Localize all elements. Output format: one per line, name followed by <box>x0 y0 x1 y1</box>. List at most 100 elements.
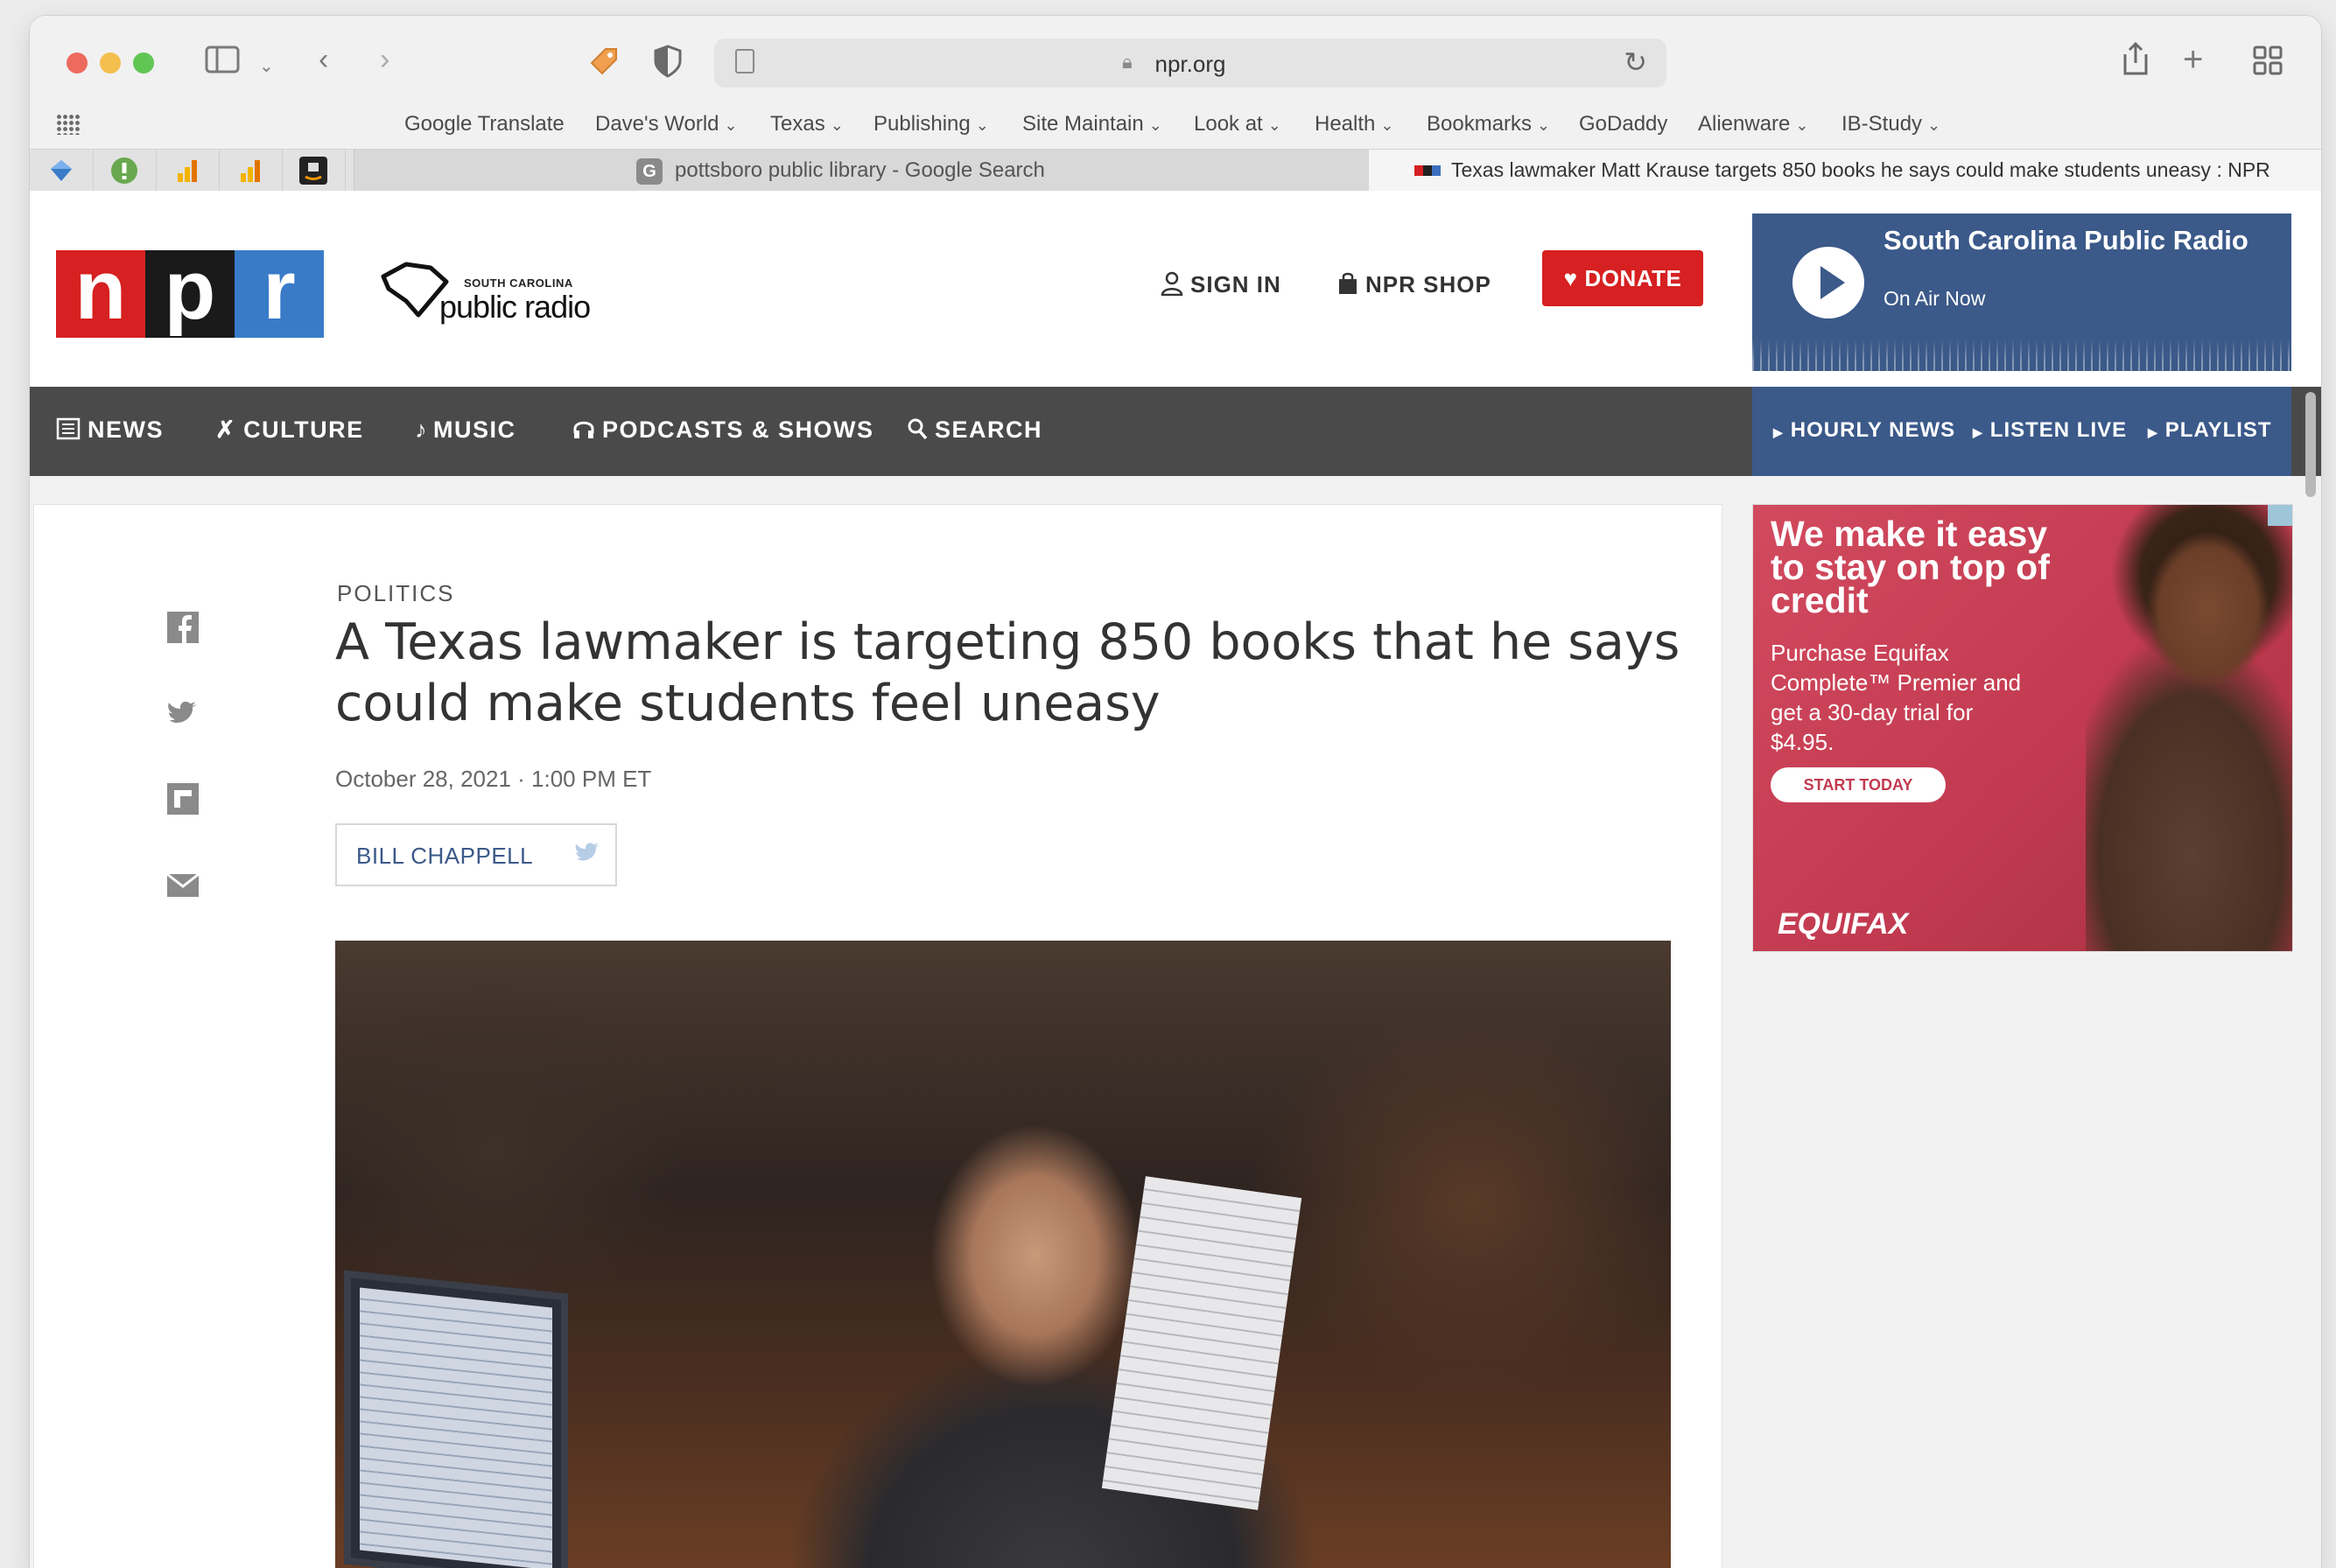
extension-tag-icon[interactable] <box>586 44 621 87</box>
facebook-share-icon[interactable] <box>165 610 200 645</box>
article: POLITICS A Texas lawmaker is targeting 8… <box>33 504 1722 1568</box>
author-byline[interactable]: BILL CHAPPELL <box>335 823 617 886</box>
bookmark-item[interactable]: Look at ⌄ <box>1194 112 1281 136</box>
music-note-icon: ♪ <box>415 416 428 443</box>
listen-live-link[interactable]: ▶ LISTEN LIVE <box>1973 418 2127 443</box>
nav-podcasts[interactable]: PODCASTS & SHOWS <box>572 416 874 444</box>
chevron-down-icon: ⌄ <box>1795 116 1809 134</box>
close-window-button[interactable] <box>67 52 88 74</box>
article-date: October 28, 2021 · 1:00 PM ET <box>335 766 652 792</box>
shopping-bag-icon <box>1339 272 1357 294</box>
url-text: npr.org <box>1154 51 1226 77</box>
pinned-tab[interactable] <box>156 150 220 192</box>
tab-google-search[interactable]: G pottsboro public library - Google Sear… <box>354 150 1371 192</box>
new-tab-icon[interactable]: + <box>2183 42 2203 77</box>
bookmark-item[interactable]: IB-Study ⌄ <box>1841 112 1940 136</box>
chevron-down-icon: ⌄ <box>975 116 989 134</box>
twitter-icon[interactable] <box>572 841 601 867</box>
privacy-shield-icon[interactable] <box>653 44 683 87</box>
dancer-icon: ✗ <box>215 416 237 443</box>
minimize-window-button[interactable] <box>100 52 121 74</box>
hourly-news-link[interactable]: ▶ HOURLY NEWS <box>1773 418 1955 443</box>
search-icon <box>908 418 928 440</box>
document-in-photo <box>1101 1176 1302 1510</box>
station-logo[interactable]: SOUTH CAROLINA public radio <box>380 252 625 340</box>
audio-waveform <box>1752 340 2291 371</box>
nav-culture[interactable]: ✗ CULTURE <box>215 416 364 444</box>
diamond-app-icon <box>51 160 72 181</box>
chevron-down-icon: ⌄ <box>724 116 738 134</box>
page-scrollbar[interactable] <box>2305 392 2316 497</box>
author-name: BILL CHAPPELL <box>356 843 534 869</box>
user-icon <box>1161 271 1183 297</box>
email-share-icon[interactable] <box>165 867 200 902</box>
tab-npr-article[interactable]: Texas lawmaker Matt Krause targets 850 b… <box>1369 150 2321 192</box>
nav-music[interactable]: ♪ MUSIC <box>415 416 516 444</box>
browser-toolbar: ⌄ ‹ › 🔒︎ npr.org ↻ + Google Translate Da… <box>30 16 2321 192</box>
ad-body: Purchase Equifax Complete™ Premier and g… <box>1771 640 2022 755</box>
web-page: n p r SOUTH CAROLINA public radio SIGN I… <box>30 191 2321 1568</box>
bookmark-item[interactable]: Site Maintain ⌄ <box>1022 112 1162 136</box>
chevron-down-icon: ⌄ <box>1927 116 1941 134</box>
advertisement[interactable]: We make it easy to stay on top of credit… <box>1752 504 2293 952</box>
bookmark-item[interactable]: Dave's World ⌄ <box>595 112 738 136</box>
bookmark-item[interactable]: GoDaddy <box>1579 112 1667 136</box>
bookmark-item[interactable]: Publishing ⌄ <box>873 112 989 136</box>
ad-photo <box>2086 505 2292 951</box>
pinned-tab[interactable] <box>282 150 346 192</box>
twitter-share-icon[interactable] <box>165 696 200 731</box>
forward-button[interactable]: › <box>380 42 389 77</box>
chevron-down-icon: ⌄ <box>1267 116 1281 134</box>
alert-icon <box>111 158 137 184</box>
pinned-tab[interactable] <box>219 150 283 192</box>
bookmark-item[interactable]: Bookmarks ⌄ <box>1427 112 1550 136</box>
radio-nav: ▶ HOURLY NEWS ▶ LISTEN LIVE ▶ PLAYLIST <box>1752 387 2291 476</box>
main-nav: NEWS ✗ CULTURE ♪ MUSIC PODCASTS & SHOWS SE… <box>30 387 2321 476</box>
chevron-down-icon: ⌄ <box>1537 116 1551 134</box>
address-bar[interactable]: 🔒︎ npr.org ↻ <box>714 38 1666 88</box>
nav-search[interactable]: SEARCH <box>907 416 1042 444</box>
back-button[interactable]: ‹ <box>319 42 328 77</box>
share-icon[interactable] <box>2122 40 2150 85</box>
bookmark-item[interactable]: Texas ⌄ <box>770 112 844 136</box>
npr-favicon-icon <box>1414 165 1441 176</box>
on-air-status: On Air Now <box>1884 287 1986 310</box>
article-headline: A Texas lawmaker is targeting 850 books … <box>335 613 1680 732</box>
playlist-link[interactable]: ▶ PLAYLIST <box>2148 418 2272 443</box>
npr-logo[interactable]: n p r <box>56 248 324 338</box>
pinned-tab[interactable] <box>30 150 94 192</box>
chevron-down-icon[interactable]: ⌄ <box>259 49 274 84</box>
site-header: n p r SOUTH CAROLINA public radio SIGN I… <box>30 191 2321 387</box>
ad-choices-icon[interactable] <box>2268 505 2292 526</box>
ad-cta-button[interactable]: START TODAY <box>1771 767 1946 802</box>
laptop-in-photo <box>344 1270 568 1568</box>
bookmarks-bar: Google Translate Dave's World ⌄ Texas ⌄ Pu… <box>30 107 2321 142</box>
reload-icon[interactable]: ↻ <box>1624 46 1647 79</box>
play-small-icon: ▶ <box>2148 425 2158 439</box>
article-photo <box>335 941 1671 1568</box>
amazon-icon <box>299 157 327 185</box>
ad-headline: We make it easy to stay on top of credit <box>1771 514 2050 620</box>
article-category[interactable]: POLITICS <box>337 580 454 607</box>
play-button[interactable] <box>1792 247 1864 318</box>
google-favicon-icon: G <box>636 158 663 185</box>
flipboard-share-icon[interactable] <box>165 781 200 816</box>
station-name: South Carolina Public Radio <box>1884 225 2248 256</box>
browser-window: ⌄ ‹ › 🔒︎ npr.org ↻ + Google Translate Da… <box>30 16 2321 1568</box>
sidebar-toggle-icon[interactable] <box>205 46 240 81</box>
bookmark-item[interactable]: Alienware ⌄ <box>1698 112 1808 136</box>
grid-apps-icon[interactable] <box>56 114 81 135</box>
pinned-tab[interactable] <box>93 150 157 192</box>
zoom-window-button[interactable] <box>133 52 154 74</box>
headphones-icon <box>573 421 594 438</box>
npr-shop-link[interactable]: NPR SHOP <box>1337 271 1491 298</box>
tab-overview-icon[interactable] <box>2253 46 2283 83</box>
sign-in-link[interactable]: SIGN IN <box>1161 271 1281 298</box>
nav-news[interactable]: NEWS <box>56 416 164 444</box>
live-radio-player: South Carolina Public Radio On Air Now <box>1752 214 2291 371</box>
donate-button[interactable]: ♥ DONATE <box>1542 250 1703 306</box>
bookmark-item[interactable]: Google Translate <box>404 112 565 136</box>
tab-title: Texas lawmaker Matt Krause targets 850 b… <box>1451 158 2270 181</box>
bookmark-item[interactable]: Health ⌄ <box>1315 112 1393 136</box>
tab-bar: G pottsboro public library - Google Sear… <box>30 149 2321 192</box>
